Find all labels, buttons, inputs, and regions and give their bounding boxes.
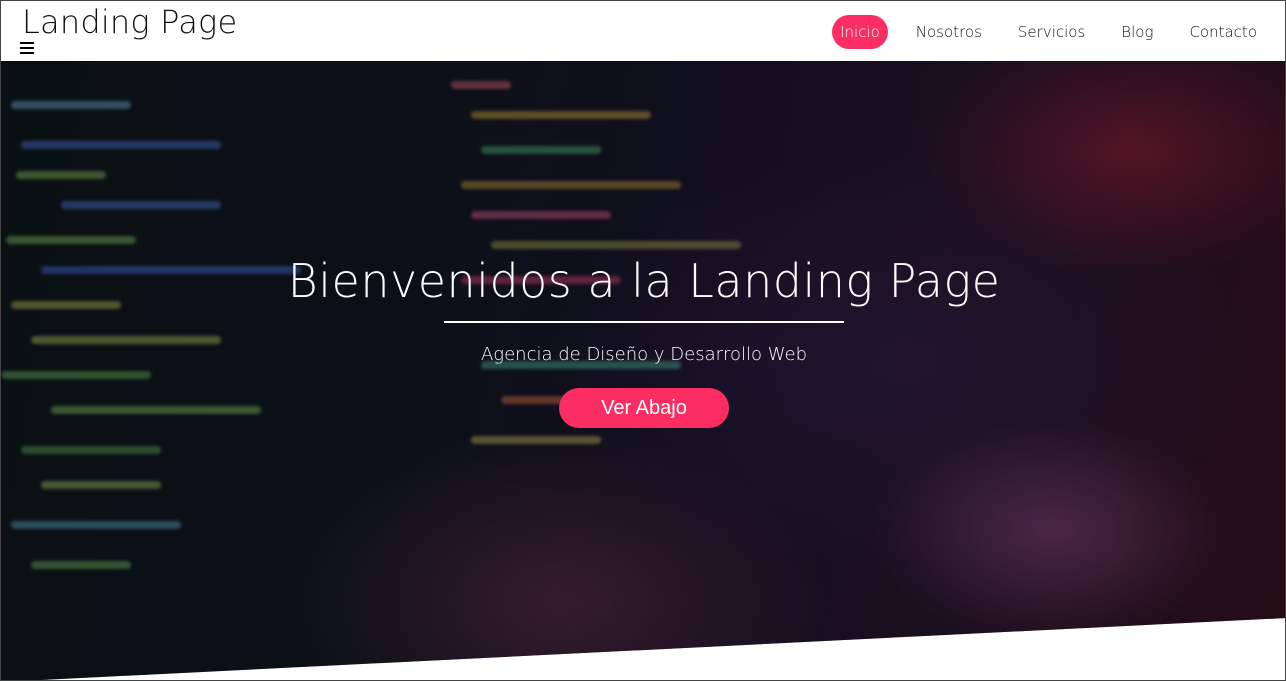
nav-item-inicio[interactable]: Inicio <box>832 15 888 49</box>
site-header: Landing Page Inicio Nosotros Servicios B… <box>1 1 1285 61</box>
hero-section: Bienvenidos a la Landing Page Agencia de… <box>1 61 1285 680</box>
brand-logo-text[interactable]: Landing Page <box>22 3 237 41</box>
hero-dark-overlay <box>1 61 1285 680</box>
main-nav: Inicio Nosotros Servicios Blog Contacto <box>832 15 1265 49</box>
nav-item-contacto[interactable]: Contacto <box>1181 15 1265 49</box>
hero-title: Bienvenidos a la Landing Page <box>287 254 1001 308</box>
hero-divider <box>444 321 844 323</box>
page: Landing Page Inicio Nosotros Servicios B… <box>0 0 1286 681</box>
ver-abajo-button[interactable]: Ver Abajo <box>559 388 729 428</box>
nav-item-blog[interactable]: Blog <box>1113 15 1161 49</box>
hamburger-menu-icon[interactable] <box>20 42 36 55</box>
nav-item-nosotros[interactable]: Nosotros <box>908 15 990 49</box>
nav-item-servicios[interactable]: Servicios <box>1010 15 1093 49</box>
hero-subtitle: Agencia de Diseño y Desarrollo Web <box>480 344 808 365</box>
